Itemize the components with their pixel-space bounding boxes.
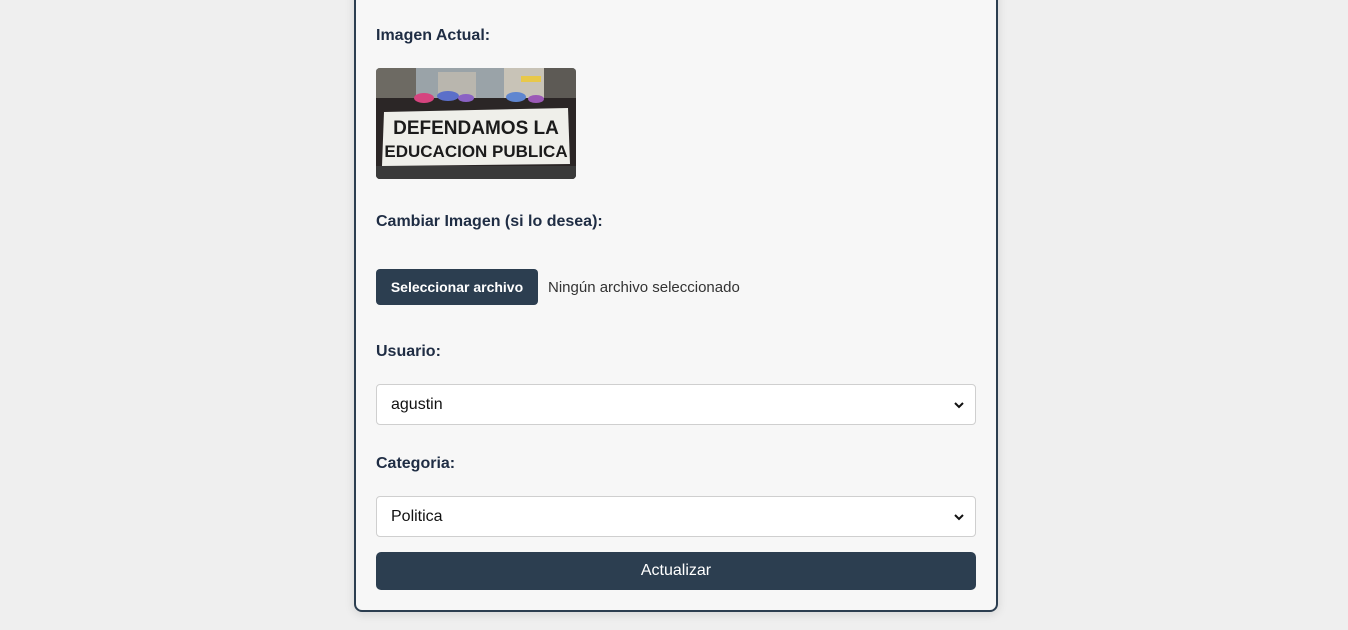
- update-button[interactable]: Actualizar: [376, 552, 976, 590]
- current-image-label: Imagen Actual:: [376, 27, 491, 44]
- user-label: Usuario:: [376, 343, 441, 360]
- file-status-text: Ningún archivo seleccionado: [548, 279, 740, 296]
- select-file-button[interactable]: Seleccionar archivo: [376, 269, 538, 305]
- banner-line1: DEFENDAMOS LA: [393, 118, 559, 139]
- category-label: Categoria:: [376, 455, 456, 472]
- banner-line2: EDUCACION PUBLICA: [384, 142, 567, 161]
- protest-photo-icon: DEFENDAMOS LA EDUCACION PUBLICA: [376, 68, 576, 179]
- user-select[interactable]: agustin: [376, 384, 976, 425]
- user-select-value: agustin: [391, 396, 443, 413]
- chevron-down-icon: [954, 514, 964, 521]
- category-select-value: Politica: [391, 508, 443, 525]
- current-image: DEFENDAMOS LA EDUCACION PUBLICA: [376, 68, 576, 179]
- category-select[interactable]: Politica: [376, 496, 976, 537]
- change-image-label: Cambiar Imagen (si lo desea):: [376, 213, 603, 230]
- chevron-down-icon: [954, 402, 964, 409]
